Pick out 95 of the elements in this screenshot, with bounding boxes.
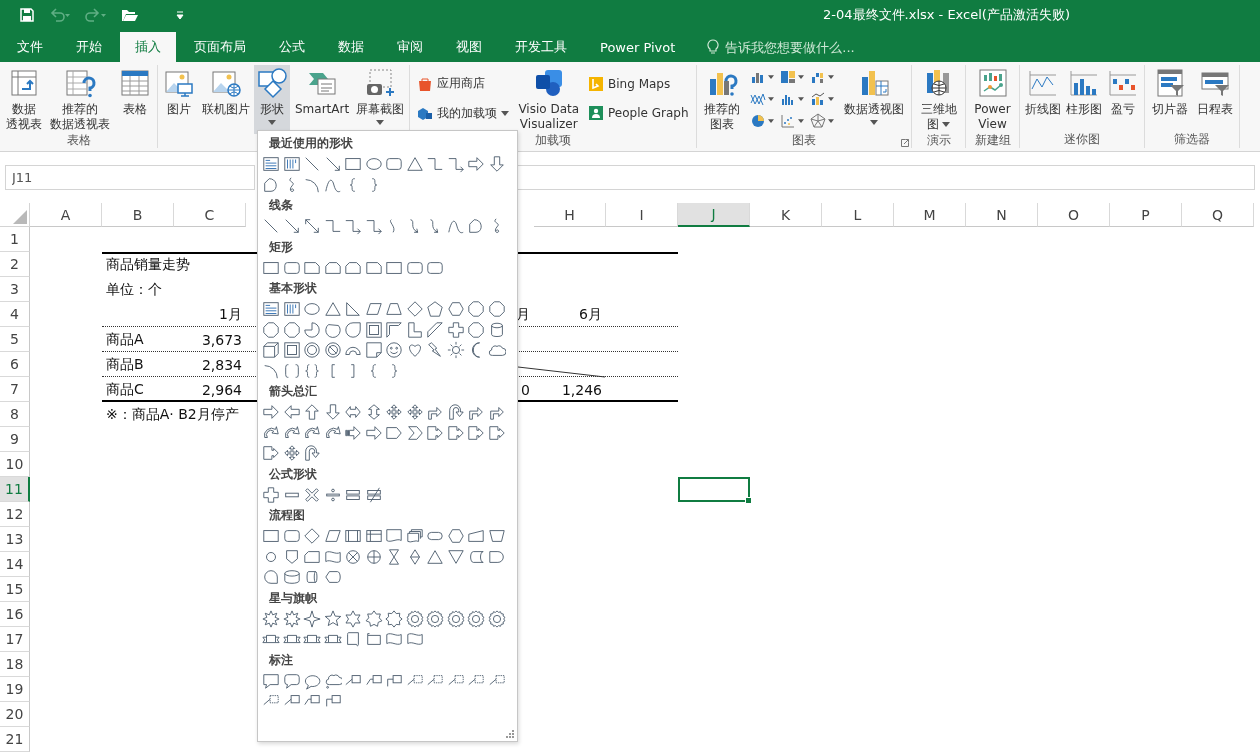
ribbon-button[interactable]: 表格	[116, 65, 153, 132]
group-label: 筛选器	[1174, 131, 1210, 148]
column-header[interactable]: C	[174, 203, 246, 227]
section-heading: 箭头总汇	[269, 383, 317, 400]
ribbon-button[interactable]: 切片器	[1149, 65, 1190, 131]
column-header[interactable]: H	[534, 203, 606, 227]
section-heading: 矩形	[269, 238, 293, 256]
section-heading: 流程图	[269, 507, 305, 524]
group-label: 演示	[926, 132, 951, 149]
row-header[interactable]: 13	[0, 527, 30, 552]
group-label: 图表	[792, 132, 816, 149]
section-heading: 星与旗帜	[269, 589, 317, 607]
row-header[interactable]: 3	[0, 277, 30, 302]
row-header[interactable]: 18	[0, 652, 30, 677]
ribbon-button[interactable]: 数据透视图	[842, 65, 906, 132]
sheet-cell: 0	[521, 381, 530, 398]
sheet-cell: 6月	[579, 305, 602, 324]
sheet-cell: 2,964	[201, 381, 242, 398]
row-header[interactable]: 4	[0, 302, 30, 327]
ribbon-tab[interactable]: 公式	[264, 32, 320, 62]
sheet-cell: 商品A	[106, 330, 144, 349]
column-header[interactable]: M	[894, 203, 966, 227]
ribbon-button[interactable]: 联机图片	[199, 65, 252, 132]
ribbon-button[interactable]: Bing Maps	[586, 72, 691, 95]
column-header[interactable]: L	[822, 203, 894, 227]
column-header[interactable]: P	[1110, 203, 1182, 227]
search-field[interactable]: 告诉我您想要做什么...	[723, 38, 888, 56]
row-header[interactable]: 1	[0, 227, 30, 252]
sheet-cell: ※：商品A· B2月停产	[106, 405, 239, 424]
row-header[interactable]: 21	[0, 727, 30, 752]
column-header[interactable]: Q	[1182, 203, 1254, 227]
ribbon-button[interactable]: 柱形图	[1064, 65, 1104, 131]
sheet-cell: 3,673	[201, 331, 242, 348]
ribbon-button[interactable]: 盈亏	[1105, 65, 1142, 131]
ribbon-tab[interactable]: 插入	[120, 32, 176, 62]
column-header[interactable]: K	[750, 203, 822, 227]
ribbon-tab[interactable]: 开始	[61, 32, 117, 62]
row-header[interactable]: 12	[0, 502, 30, 527]
row-header[interactable]: 16	[0, 602, 30, 627]
group-label: 加载项	[535, 132, 571, 149]
ribbon-tab[interactable]: 审阅	[382, 32, 438, 62]
name-box[interactable]: J11	[5, 165, 255, 190]
row-header[interactable]: 5	[0, 327, 30, 352]
ribbon-button[interactable]: 推荐的 数据透视表	[48, 65, 113, 132]
row-header[interactable]: 7	[0, 377, 30, 402]
sheet-cell: 1,246	[561, 381, 602, 398]
column-header[interactable]: A	[30, 203, 102, 227]
row-header[interactable]: 15	[0, 577, 30, 602]
sheet-cell: 商品销量走势	[106, 255, 190, 274]
group-label: 迷你图	[1064, 131, 1100, 148]
ribbon-button[interactable]: 推荐的 图表	[702, 65, 742, 132]
sheet-cell: 月	[516, 305, 530, 324]
sheet-cell: 1月	[219, 305, 242, 324]
ribbon-button[interactable]: 折线图	[1022, 65, 1063, 131]
ribbon-button[interactable]: People Graph	[586, 102, 691, 125]
row-header[interactable]: 8	[0, 402, 30, 427]
row-header[interactable]: 17	[0, 627, 30, 652]
section-heading: 基本形状	[269, 280, 317, 297]
row-header[interactable]: 14	[0, 552, 30, 577]
row-header[interactable]: 6	[0, 352, 30, 377]
ribbon-tab[interactable]: 开发工具	[500, 32, 582, 62]
row-header[interactable]: 11	[0, 477, 30, 502]
section-heading: 线条	[269, 197, 293, 214]
row-header[interactable]: 19	[0, 677, 30, 702]
sheet-cell: 2,834	[201, 356, 242, 373]
row-header[interactable]: 20	[0, 702, 30, 727]
ribbon-button[interactable]: Power View	[972, 65, 1013, 132]
section-heading: 标注	[269, 651, 293, 669]
ribbon-button[interactable]: 数据 透视表	[4, 65, 45, 132]
column-header[interactable]: J	[678, 203, 750, 227]
row-header[interactable]: 2	[0, 252, 30, 277]
ribbon-button[interactable]: 我的加载项	[415, 102, 512, 125]
sheet-cell: 商品B	[106, 355, 144, 374]
ribbon-tab[interactable]: 文件	[2, 32, 58, 62]
ribbon-button[interactable]: 三维地 图	[918, 65, 959, 132]
ribbon-button[interactable]: 图片	[161, 65, 198, 132]
ribbon-button[interactable]: 日程表	[1194, 65, 1235, 131]
group-label: 新建组	[974, 132, 1011, 149]
ribbon-button[interactable]: 应用商店	[415, 72, 512, 95]
group-label: 表格	[66, 132, 91, 149]
sheet-cell: 单位：个	[106, 280, 162, 299]
row-header[interactable]: 9	[0, 427, 30, 452]
column-header[interactable]: N	[966, 203, 1038, 227]
ribbon-tab[interactable]: 视图	[441, 32, 497, 62]
window-title: 2-04最终文件.xlsx - Excel(产品激活失败)	[823, 6, 1070, 24]
sheet-cell: 商品C	[106, 380, 144, 399]
ribbon-tab[interactable]: 数据	[323, 32, 379, 62]
ribbon-tab[interactable]: Power Pivot	[585, 32, 691, 62]
column-header[interactable]: B	[102, 203, 174, 227]
ribbon-button[interactable]: 形状	[254, 65, 291, 135]
ribbon-tab[interactable]: 页面布局	[179, 32, 261, 62]
column-header[interactable]: O	[1038, 203, 1110, 227]
section-heading: 公式形状	[269, 465, 317, 483]
ribbon-button[interactable]: Visio Data Visualizer	[516, 65, 582, 132]
section-heading: 最近使用的形状	[269, 135, 353, 152]
